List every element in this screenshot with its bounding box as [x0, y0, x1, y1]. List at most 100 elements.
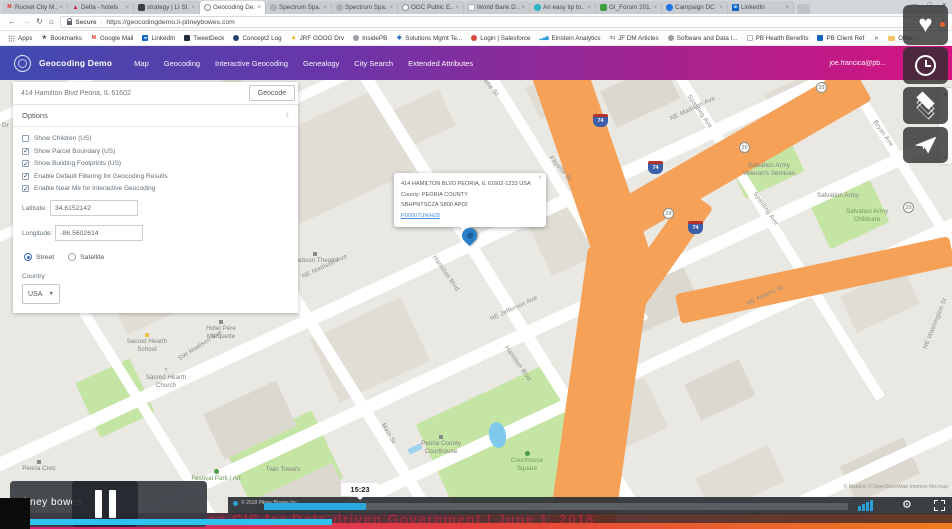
latitude-input[interactable]: [49, 200, 138, 216]
url-field[interactable]: Secure | https://geocodingdemo.li-pitney…: [59, 16, 944, 28]
checkbox-show-parcel-boundary[interactable]: [22, 147, 29, 155]
country-select[interactable]: USA ▼: [22, 284, 60, 304]
map-attribution[interactable]: © Mapbox © OpenStreetMap Improve this ma…: [844, 484, 948, 490]
bookmark-jf-dm-articles[interactable]: JF DM Articles: [610, 35, 659, 42]
forum-icon: [600, 4, 607, 11]
tab-close-icon[interactable]: ×: [323, 5, 327, 11]
bookmark-linkedin[interactable]: LinkedIn: [142, 35, 175, 42]
new-tab-button[interactable]: [797, 4, 810, 14]
bookmark-tweetdeck[interactable]: TweetDeck: [184, 35, 224, 42]
bookmarks-overflow[interactable]: [873, 35, 879, 41]
bookmark-einstein-analytics[interactable]: Einstein Analytics: [540, 35, 601, 42]
checkbox-show-children[interactable]: [22, 135, 29, 142]
site-icon: [353, 35, 360, 41]
tab-close-icon[interactable]: ×: [455, 5, 459, 11]
site-icon: [667, 35, 674, 41]
share-widget[interactable]: [903, 127, 948, 163]
tab-close-icon[interactable]: ×: [587, 5, 591, 11]
volume-icon[interactable]: [858, 499, 873, 511]
building: [684, 359, 756, 421]
forward-icon[interactable]: →: [22, 18, 30, 26]
options-label: Options: [22, 111, 48, 120]
history-widget[interactable]: [903, 47, 948, 84]
app-title: Geocoding Demo: [39, 58, 113, 68]
radio-satellite[interactable]: [68, 253, 77, 261]
close-icon[interactable]: ×: [538, 175, 542, 181]
tab-ogc-public[interactable]: OGC Public E... ×: [398, 1, 464, 14]
apps-grid-icon: [8, 34, 15, 42]
poi-salvation-army: Salvation Army: [817, 192, 859, 199]
chevron-down-icon: ▼: [48, 291, 54, 297]
nav-item-extended-attributes[interactable]: Extended Attributes: [408, 59, 473, 68]
checkbox-show-building-footprints[interactable]: [22, 160, 29, 168]
bookmark-concept2[interactable]: Concept2 Log: [233, 35, 282, 42]
tab-close-icon[interactable]: ×: [59, 5, 63, 11]
settings-gear-icon[interactable]: ⚙: [902, 498, 912, 512]
tab-close-icon[interactable]: ×: [257, 5, 261, 11]
nav-item-geocoding[interactable]: Geocoding: [164, 59, 200, 68]
nav-item-city-search[interactable]: City Search: [354, 59, 393, 68]
seek-bar[interactable]: [264, 503, 848, 510]
bookmark-bookmarks[interactable]: Bookmarks: [41, 35, 82, 42]
back-icon[interactable]: ←: [8, 18, 16, 26]
tab-strategy[interactable]: strategy | LI Sl... ×: [134, 1, 200, 14]
checkbox-default-filtering[interactable]: [22, 172, 29, 180]
tab-close-icon[interactable]: ×: [719, 5, 723, 11]
bookmark-goog-drive[interactable]: JRF GOOG Drv: [291, 35, 344, 42]
bookmark-solutions-mgmt[interactable]: Solutions Mgmt Te...: [396, 35, 462, 42]
gmail-icon: [91, 35, 97, 41]
tab-delta-hotels[interactable]: Delta - hotels×: [68, 1, 134, 14]
tab-easy-tip[interactable]: An easy tip to... ×: [530, 1, 596, 14]
home-icon[interactable]: ⌂: [49, 18, 54, 26]
secure-label: Secure: [75, 18, 97, 26]
tab-close-icon[interactable]: ×: [653, 5, 657, 11]
nav-item-interactive-geocoding[interactable]: Interactive Geocoding: [215, 59, 288, 68]
geocode-button[interactable]: Geocode: [249, 85, 295, 101]
tab-close-icon[interactable]: ×: [389, 5, 393, 11]
tab-spectrum-1[interactable]: Spectrum Spa... ×: [266, 1, 332, 14]
tab-close-icon[interactable]: ×: [191, 5, 195, 11]
radio-street[interactable]: [24, 253, 32, 261]
popup-pbkey-link[interactable]: P00007UWH28: [401, 213, 440, 219]
document-icon: [746, 35, 753, 41]
tab-close-icon[interactable]: ×: [521, 5, 525, 11]
bookmark-salesforce[interactable]: Login | Salesforce: [471, 35, 531, 42]
reload-icon[interactable]: ↻: [36, 18, 43, 26]
route-29-shield: 29: [816, 82, 827, 93]
fullscreen-icon[interactable]: [934, 500, 945, 511]
bookmark-software-data[interactable]: Software and Data I...: [667, 35, 738, 42]
pause-bar: [94, 490, 102, 518]
bookmark-pb-health[interactable]: PB Health Benefits: [746, 35, 808, 42]
poi-icon: [37, 460, 41, 464]
tab-spectrum-2[interactable]: Spectrum Spa... ×: [332, 1, 398, 14]
bookmark-pb-client-ref[interactable]: PB Client Ref: [817, 35, 864, 42]
checkbox-near-me[interactable]: [22, 185, 29, 193]
corner-block: [0, 498, 30, 529]
browser-tab-strip: Rocket City M...× Delta - hotels× strate…: [0, 0, 952, 14]
geocoding-panel: Geocode Options › Show Children (US) Sho…: [13, 82, 298, 313]
nav-item-genealogy[interactable]: Genealogy: [303, 59, 339, 68]
heart-widget[interactable]: ♥: [903, 5, 948, 45]
street-radio-label: Street: [36, 253, 55, 261]
tab-close-icon[interactable]: ×: [125, 5, 129, 11]
tab-world-bank[interactable]: World Bank D... ×: [464, 1, 530, 14]
tab-rocket-city[interactable]: Rocket City M...×: [2, 1, 68, 14]
campaign-icon: [666, 4, 673, 11]
nav-item-map[interactable]: Map: [134, 59, 149, 68]
tab-campaign-dc[interactable]: Campaign DC ×: [662, 1, 728, 14]
route-29-shield: 29: [663, 208, 674, 219]
tab-close-icon[interactable]: ×: [785, 5, 789, 11]
address-input[interactable]: [21, 89, 249, 97]
longitude-input[interactable]: [55, 225, 144, 241]
bookmark-apps[interactable]: Apps: [8, 34, 32, 42]
layers-widget[interactable]: [903, 87, 948, 124]
tab-linkedin[interactable]: LinkedIn×: [728, 1, 794, 14]
bookmark-insidepb[interactable]: InsidePB: [353, 35, 387, 42]
options-row[interactable]: Options ›: [13, 105, 298, 127]
poi-peoria-county-courthouse: Peoria County Courthouse: [414, 435, 468, 456]
tab-gi-forum[interactable]: GI_Forum 201... ×: [596, 1, 662, 14]
tab-geocoding-demo[interactable]: Geocoding De... ×: [200, 1, 266, 14]
bookmark-google-mail[interactable]: Google Mail: [91, 35, 134, 42]
interstate-74-shield: 74: [688, 221, 703, 234]
longitude-label: Longitude:: [22, 229, 53, 237]
